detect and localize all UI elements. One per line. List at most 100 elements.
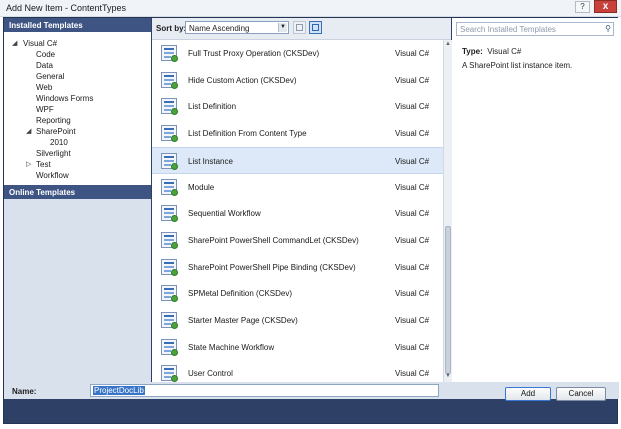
icon-part	[171, 162, 178, 170]
type-value: Visual C#	[487, 47, 522, 56]
csharp-file-icon	[161, 231, 178, 249]
expanded-arrow-icon[interactable]: ◢	[12, 39, 17, 47]
template-language: Visual C#	[395, 289, 430, 299]
icon-part	[164, 155, 174, 158]
template-language: Visual C#	[395, 316, 430, 325]
cancel-button[interactable]: Cancel	[556, 387, 606, 401]
scroll-down-icon[interactable]: ▼	[445, 373, 451, 379]
search-templates-input[interactable]: Search Installed Templates ⚲	[456, 22, 614, 36]
icon-part	[164, 376, 171, 379]
icon-part	[171, 81, 178, 89]
tree-item[interactable]: Workflow	[36, 170, 69, 181]
tree-item[interactable]: Data	[36, 60, 53, 71]
template-row[interactable]: Sequential Workflow Visual C#	[152, 200, 443, 227]
expanded-arrow-icon[interactable]: ◢	[26, 127, 31, 135]
help-button[interactable]: ?	[575, 1, 590, 13]
icon-part	[164, 82, 171, 85]
icon-part	[171, 348, 178, 356]
template-row[interactable]: User Control Visual C#	[152, 360, 443, 382]
tree-item[interactable]: 2010	[50, 137, 68, 148]
tree-item[interactable]: Test	[36, 159, 51, 170]
tree-item[interactable]: SharePoint	[36, 126, 76, 137]
icon-part	[164, 216, 171, 219]
list-definition-icon	[161, 98, 178, 116]
icon-part	[164, 269, 171, 272]
scroll-thumb[interactable]	[445, 226, 451, 374]
medium-icons-view-button[interactable]	[293, 21, 306, 34]
icon-part	[164, 208, 174, 211]
tree-item[interactable]: Silverlight	[36, 148, 71, 159]
tree-item[interactable]: Reporting	[36, 115, 71, 126]
template-row[interactable]: Full Trust Proxy Operation (CKSDev) Visua…	[152, 40, 443, 67]
workflow-icon	[161, 338, 178, 356]
sort-value: Name Ascending	[189, 24, 250, 33]
icon-part	[164, 159, 174, 162]
template-name: List Instance	[188, 156, 233, 166]
csharp-file-icon	[161, 45, 178, 62]
icon-part	[171, 375, 178, 382]
tree-item[interactable]: General	[36, 71, 64, 82]
template-row[interactable]: List Definition Visual C#	[152, 93, 443, 120]
template-name: SharePoint PowerShell Pipe Binding (CKSD…	[188, 262, 356, 272]
template-language: Visual C#	[395, 342, 430, 352]
template-language: Visual C#	[395, 369, 430, 379]
template-row[interactable]: List Definition From Content Type Visual …	[152, 120, 443, 147]
search-icon[interactable]: ⚲	[605, 24, 611, 33]
template-language: Visual C#	[395, 75, 430, 85]
template-row[interactable]: SharePoint PowerShell CommandLet (CKSDev…	[152, 227, 443, 254]
details-view-button[interactable]	[309, 21, 322, 34]
template-row[interactable]: List Instance Visual C#	[152, 146, 443, 174]
icon-part	[164, 132, 174, 135]
template-language: Visual C#	[395, 49, 430, 58]
tree-item[interactable]: Windows Forms	[36, 93, 93, 104]
close-button[interactable]: x	[594, 0, 617, 13]
template-row[interactable]: Hide Custom Action (CKSDev) Visual C#	[152, 67, 443, 94]
add-button[interactable]: Add	[505, 387, 551, 401]
template-language: Visual C#	[395, 102, 430, 112]
chevron-down-icon: ▼	[278, 23, 287, 32]
master-page-icon	[161, 312, 178, 329]
icon-part	[164, 341, 174, 344]
icon-part	[164, 368, 174, 371]
online-templates-header[interactable]: Online Templates	[4, 185, 151, 199]
icon-part	[164, 109, 171, 112]
icon-part	[171, 55, 178, 62]
icon-part	[164, 48, 174, 50]
icon-part	[164, 261, 174, 264]
tree-item[interactable]: Code	[36, 49, 55, 60]
icon-part	[164, 189, 171, 192]
collapsed-arrow-icon[interactable]: ▷	[26, 160, 31, 168]
icon-part	[164, 296, 171, 299]
sort-dropdown[interactable]: Name Ascending ▼	[185, 21, 289, 34]
template-name: State Machine Workflow	[188, 342, 275, 352]
installed-templates-header[interactable]: Installed Templates	[4, 18, 151, 32]
tree-item[interactable]: Web	[36, 82, 52, 93]
name-input[interactable]: ProjectDocLib	[90, 384, 439, 397]
scroll-up-icon[interactable]: ▲	[445, 41, 451, 47]
tree-item[interactable]: Visual C#	[23, 38, 57, 49]
icon-part	[164, 234, 174, 237]
icon-part	[164, 128, 174, 131]
template-language: Visual C#	[395, 182, 430, 192]
icon-part	[164, 319, 174, 321]
icon-part	[164, 292, 174, 295]
icon-part	[164, 136, 171, 139]
template-row[interactable]: Starter Master Page (CKSDev) Visual C#	[152, 307, 443, 334]
icon-part	[164, 372, 174, 375]
template-list: Full Trust Proxy Operation (CKSDev) Visua…	[152, 40, 443, 382]
template-row[interactable]: SPMetal Definition (CKSDev) Visual C#	[152, 280, 443, 307]
icon-part	[164, 238, 174, 241]
tree-item[interactable]: WPF	[36, 104, 54, 115]
icon-part	[164, 288, 174, 291]
template-name: List Definition From Content Type	[188, 129, 307, 139]
workflow-icon	[161, 205, 178, 223]
template-row[interactable]: SharePoint PowerShell Pipe Binding (CKSD…	[152, 254, 443, 281]
template-row[interactable]: State Machine Workflow Visual C#	[152, 334, 443, 361]
list-scrollbar[interactable]: ▲ ▼	[443, 40, 452, 382]
template-name: Sequential Workflow	[188, 209, 261, 219]
template-row[interactable]: Module Visual C#	[152, 174, 443, 201]
icon-part	[164, 52, 174, 54]
icon-part	[164, 242, 171, 245]
type-line: Type: Visual C#	[462, 47, 521, 56]
name-label: Name:	[12, 387, 37, 396]
